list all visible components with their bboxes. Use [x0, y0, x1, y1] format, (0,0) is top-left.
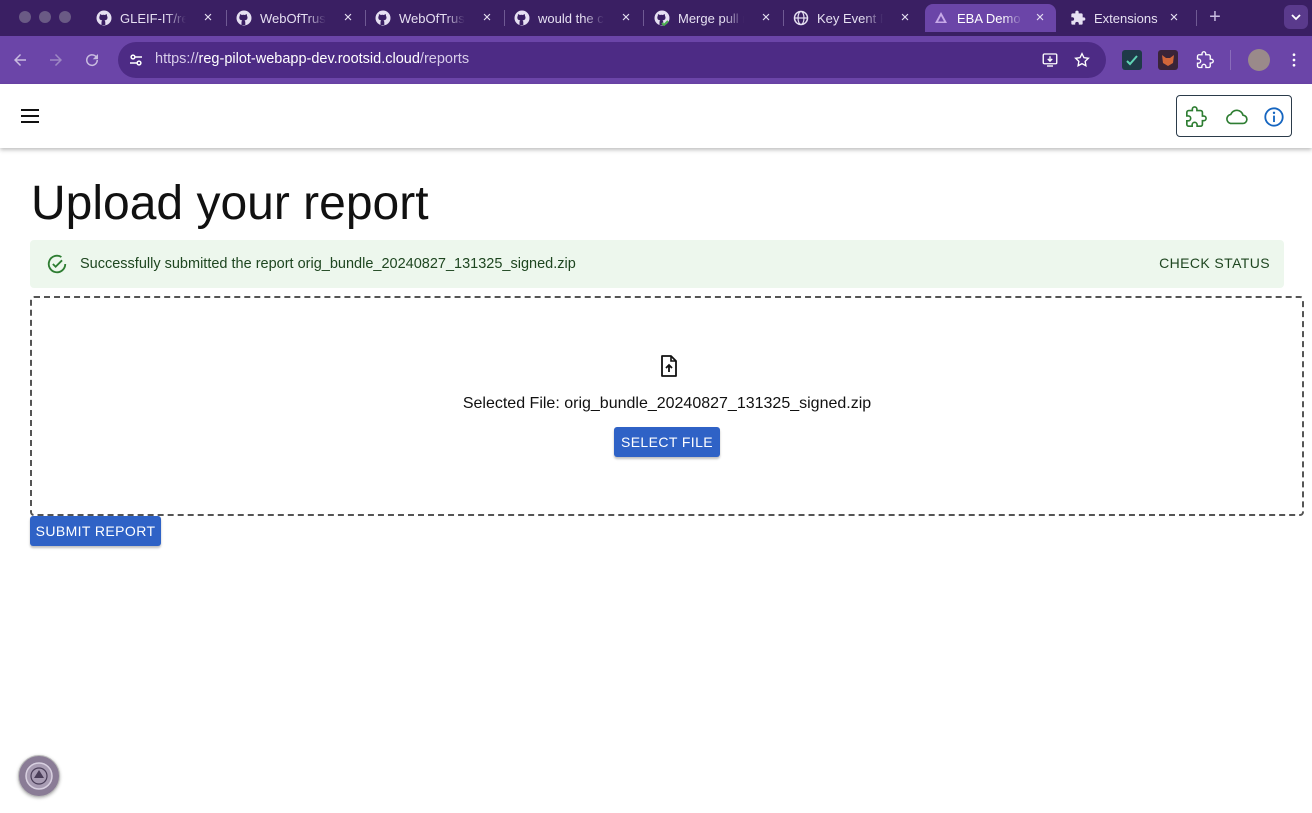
extension-icon-1[interactable] — [1122, 50, 1142, 70]
tab-close-icon[interactable]: × — [1166, 10, 1182, 26]
reload-button[interactable] — [80, 48, 104, 72]
chevron-down-icon — [1291, 14, 1301, 21]
browser-tab[interactable]: Extensions × — [1070, 4, 1190, 32]
app-bar — [0, 84, 1312, 148]
tab-close-icon[interactable]: × — [618, 10, 634, 26]
extension-status-puzzle-icon[interactable] — [1184, 105, 1208, 129]
tab-separator — [365, 10, 366, 26]
toolbar-separator — [1230, 50, 1231, 70]
alert-message: Successfully submitted the report orig_b… — [80, 256, 576, 272]
browser-tab[interactable]: GLEIF-IT/reg × — [96, 4, 224, 32]
browser-tab[interactable]: WebOfTrust × — [375, 4, 503, 32]
address-url[interactable]: https://reg-pilot-webapp-dev.rootsid.clo… — [155, 51, 469, 67]
page-title: Upload your report — [31, 177, 429, 230]
tab-separator — [226, 10, 227, 26]
tab-close-icon[interactable]: × — [479, 10, 495, 26]
status-icon-group — [1176, 95, 1292, 137]
browser-tab[interactable]: Merge pull r × — [654, 4, 782, 32]
github-icon — [514, 10, 530, 26]
browser-menu-kebab-icon[interactable] — [1282, 48, 1306, 72]
tab-close-icon[interactable]: × — [1032, 10, 1048, 26]
globe-icon — [793, 10, 809, 26]
tab-separator — [1196, 10, 1197, 26]
tab-search-button[interactable] — [1284, 5, 1308, 29]
browser-tabstrip: GLEIF-IT/reg × WebOfTrust × WebOfTrust ×… — [0, 0, 1312, 36]
selected-file-label: Selected File: orig_bundle_20240827_1313… — [462, 395, 872, 412]
tab-close-icon[interactable]: × — [200, 10, 216, 26]
file-upload-icon — [658, 355, 680, 377]
select-file-button[interactable]: SELECT FILE — [614, 427, 720, 457]
cloud-status-icon[interactable] — [1224, 105, 1248, 129]
check-status-button[interactable]: CHECK STATUS — [1159, 255, 1270, 271]
tab-close-icon[interactable]: × — [897, 10, 913, 26]
extensions-puzzle-icon[interactable] — [1193, 48, 1217, 72]
file-dropzone[interactable]: Selected File: orig_bundle_20240827_1313… — [30, 296, 1304, 516]
bookmark-star-icon[interactable] — [1070, 48, 1094, 72]
profile-avatar[interactable] — [1248, 49, 1270, 71]
window-minimize-dot[interactable] — [39, 11, 51, 23]
browser-tab[interactable]: Key Event R × — [793, 4, 921, 32]
install-app-icon[interactable] — [1038, 48, 1062, 72]
menu-button[interactable] — [18, 104, 42, 128]
arrow-left-icon — [14, 54, 26, 66]
reload-icon — [86, 54, 99, 67]
arrow-right-icon — [50, 54, 62, 66]
github-icon — [96, 10, 112, 26]
tab-close-icon[interactable]: × — [340, 10, 356, 26]
browser-tab-active[interactable]: EBA Demo × — [925, 4, 1056, 32]
info-icon[interactable] — [1262, 105, 1286, 129]
seal-icon — [25, 762, 53, 790]
site-info-icon[interactable] — [124, 48, 148, 72]
browser-tab[interactable]: would the c × — [514, 4, 642, 32]
forward-button[interactable] — [44, 48, 68, 72]
puzzle-icon — [1070, 10, 1086, 26]
success-alert: Successfully submitted the report orig_b… — [30, 240, 1284, 288]
submit-report-button[interactable]: SUBMIT REPORT — [30, 516, 161, 546]
tab-separator — [504, 10, 505, 26]
floating-logo-button[interactable] — [18, 755, 60, 797]
window-close-dot[interactable] — [19, 11, 31, 23]
window-zoom-dot[interactable] — [59, 11, 71, 23]
app-logo-icon — [933, 10, 949, 26]
tab-close-icon[interactable]: × — [758, 10, 774, 26]
github-icon — [375, 10, 391, 26]
tab-separator — [643, 10, 644, 26]
extension-icon-2[interactable] — [1158, 50, 1178, 70]
new-tab-button[interactable]: + — [1204, 6, 1226, 28]
github-icon — [236, 10, 252, 26]
back-button[interactable] — [8, 48, 32, 72]
tab-separator — [783, 10, 784, 26]
check-circle-icon — [46, 253, 68, 275]
github-check-icon — [654, 10, 670, 26]
hamburger-menu-icon — [21, 109, 39, 123]
browser-tab[interactable]: WebOfTrust × — [236, 4, 364, 32]
